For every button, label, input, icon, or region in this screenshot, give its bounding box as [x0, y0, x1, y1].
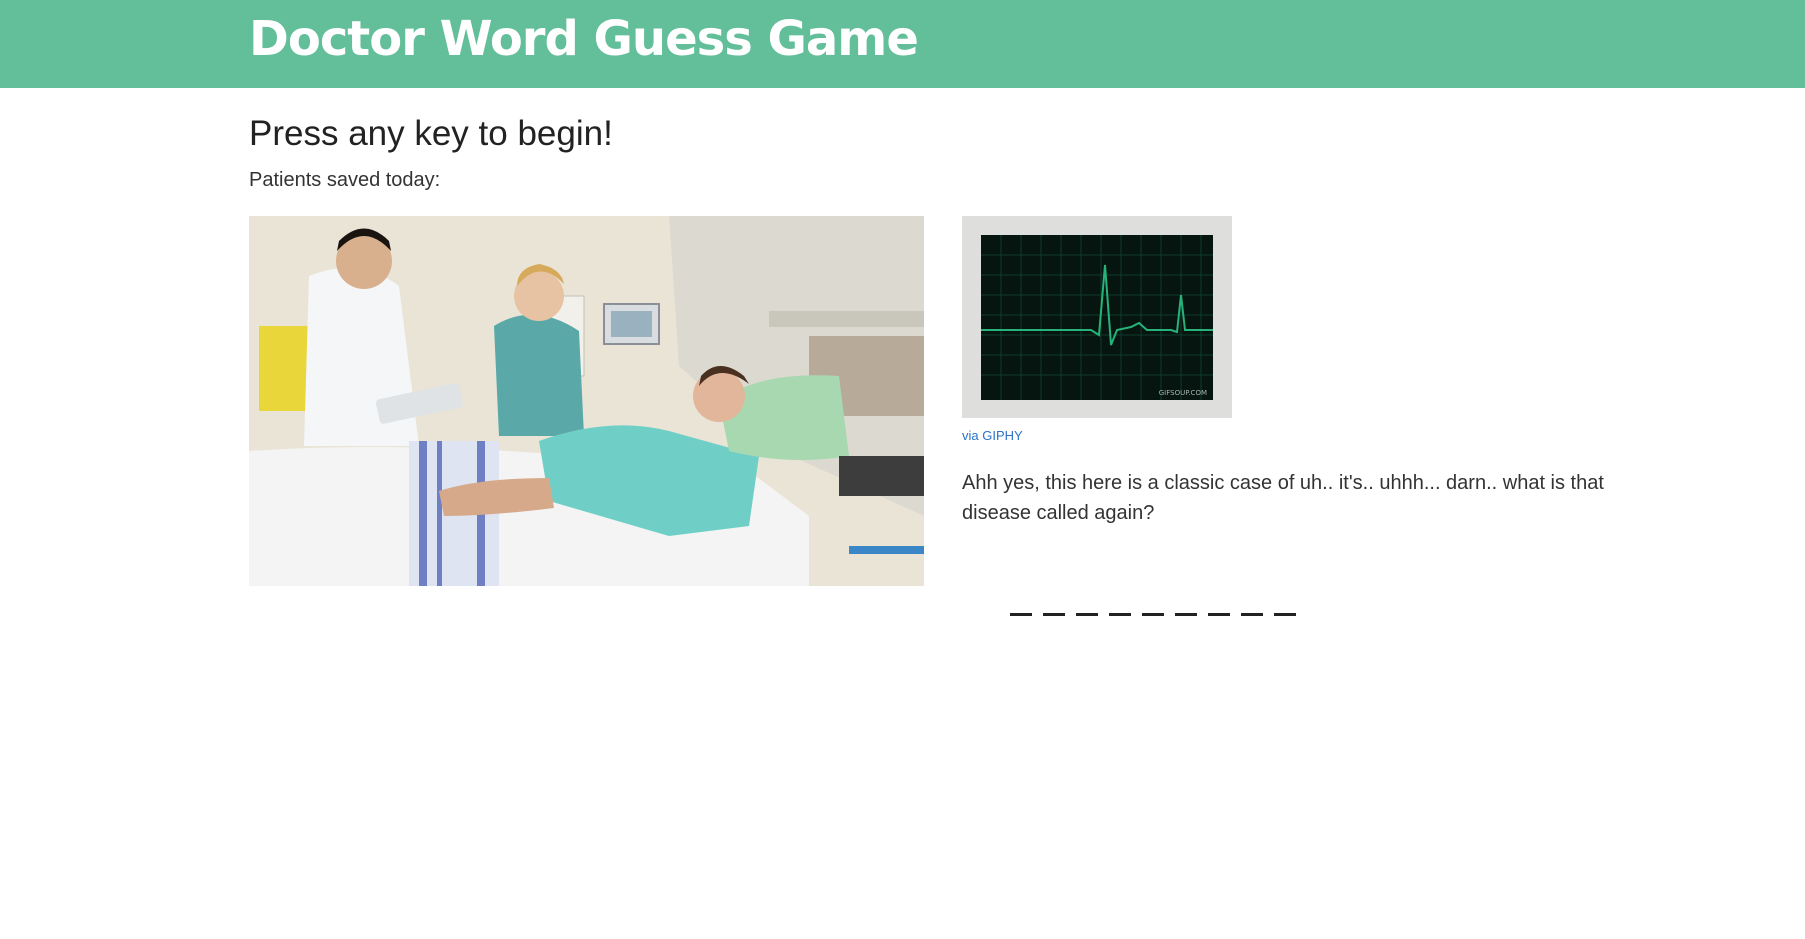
score-label: Patients saved today:	[249, 169, 441, 191]
monitor-screen: GIFSOUP.COM	[981, 235, 1213, 400]
letter-blank	[1109, 613, 1131, 616]
letter-blank	[1043, 613, 1065, 616]
letter-blank	[1010, 613, 1032, 616]
letter-blank	[1142, 613, 1164, 616]
gif-watermark: GIFSOUP.COM	[1159, 389, 1207, 397]
word-blanks	[1010, 586, 1296, 616]
giphy-link[interactable]: via GIPHY	[962, 428, 1023, 444]
letter-blank	[1208, 613, 1230, 616]
doctor-dialogue: Ahh yes, this here is a classic case of …	[962, 472, 1604, 524]
letter-blank	[1274, 613, 1296, 616]
hospital-room-photo	[249, 216, 924, 586]
start-prompt: Press any key to begin!	[249, 114, 613, 153]
letter-blank	[1175, 613, 1197, 616]
ecg-waveform: GIFSOUP.COM	[981, 235, 1213, 400]
hospital-scene-illustration	[249, 216, 924, 586]
page-header: Doctor Word Guess Game	[0, 0, 1805, 88]
letter-blank	[1076, 613, 1098, 616]
game-area: Press any key to begin! Patients saved t…	[0, 88, 1805, 939]
game-title: Doctor Word Guess Game	[249, 11, 919, 67]
letter-blank	[1241, 613, 1263, 616]
heart-monitor-gif: GIFSOUP.COM	[962, 216, 1232, 418]
score-line: Patients saved today:	[249, 168, 444, 192]
